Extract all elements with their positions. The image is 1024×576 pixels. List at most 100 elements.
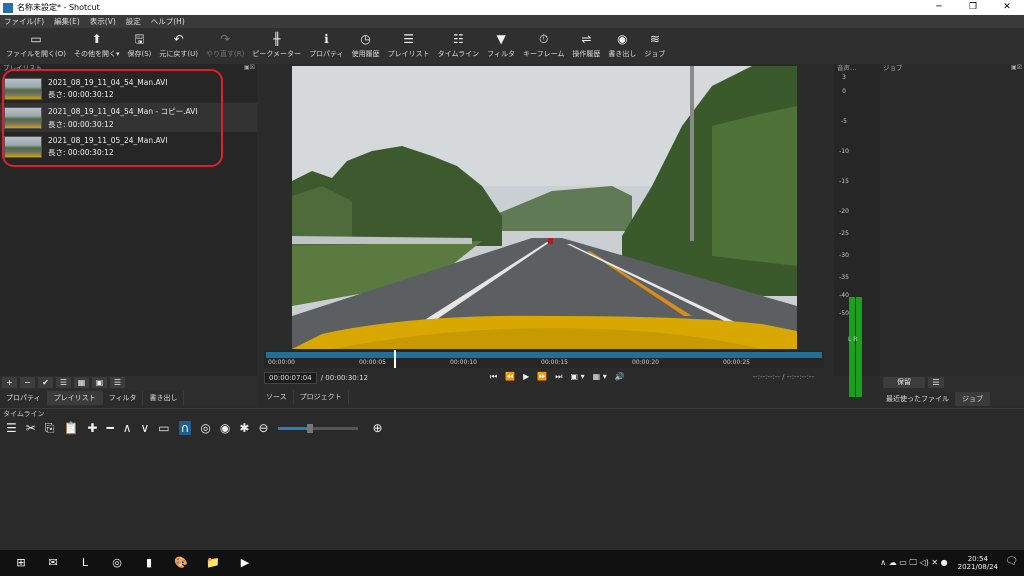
properties-icon: ℹ [324,32,329,46]
viewer-timeline-ruler[interactable]: 00:00:00 00:00:05 00:00:10 00:00:15 00:00:20… [264,350,824,368]
open-other-icon: ⬆ [91,32,102,46]
details-view-icon[interactable]: ☰ [56,377,71,388]
snap-icon[interactable]: ∩ [178,421,192,435]
meter-scale-label: -20 [839,208,849,215]
video-frame[interactable] [292,66,797,349]
zoom-toggle-icon[interactable]: ▣ ▾ [571,372,585,382]
toolbar-button[interactable]: ℹ プロパティ [305,28,348,59]
zoom-slider-knob[interactable] [306,423,313,433]
menu-view[interactable]: 表示(V) [90,16,116,27]
toolbar-button[interactable]: ☷ タイムライン [434,28,484,59]
menu-icon[interactable]: ☰ [6,421,17,435]
tab-source[interactable]: ソース [260,390,294,404]
undo-icon: ↶ [173,32,184,46]
jobs-menu-icon[interactable]: ☰ [928,377,944,388]
zoom-slider[interactable] [277,423,358,433]
skip-next-icon[interactable]: ⏭ [555,372,562,382]
toolbar-button[interactable]: ≋ ジョブ [640,28,669,59]
toolbar-button[interactable]: 🖫 保存(S) [124,28,156,59]
toolbar-label: ファイルを開く(O) [6,50,66,58]
menu-settings[interactable]: 設定 [126,16,141,27]
menu-file[interactable]: ファイル(F) [4,16,44,27]
skip-previous-icon[interactable]: ⏮ [490,372,497,382]
tab-jobs[interactable]: ジョブ [956,392,990,406]
export-icon: ◉ [617,32,628,46]
toolbar: ▭ ファイルを開く(O) ⬆ その他を開く▾ 🖫 保存(S) ↶ 元に戻す(U) ↷ やり直す(R… [0,28,1024,64]
ripple-all-icon[interactable]: ✱ [239,421,249,435]
add-icon[interactable]: + [2,377,17,388]
history-icon: ◷ [360,32,371,46]
tiles-view-icon[interactable]: ▦ [74,377,89,388]
minimize-button[interactable]: ─ [922,0,956,15]
zoom-out-icon[interactable]: ⊖ [258,421,268,435]
overwrite-icon[interactable]: ∨ [140,421,149,435]
remove-icon[interactable]: − [20,377,35,388]
notification-icon[interactable]: 🗨 [1005,556,1018,567]
split-icon[interactable]: ▭ [158,421,169,435]
paint-icon[interactable]: 🎨 [170,554,192,572]
cut-icon[interactable]: ✂ [26,421,36,435]
start-icon[interactable]: ⊞ [10,554,32,572]
toolbar-button[interactable]: ◷ 使用履歴 [348,28,384,59]
remove-icon[interactable]: ━ [106,421,113,435]
explorer-icon[interactable]: 📁 [202,554,224,572]
toolbar-button[interactable]: ↷ やり直す(R) [202,28,248,59]
rewind-icon[interactable]: ⏪ [505,372,515,382]
tab-recent[interactable]: 最近使ったファイル [880,392,956,406]
toolbar-button[interactable]: ⬆ その他を開く▾ [70,28,124,59]
menu-help[interactable]: ヘルプ(H) [151,16,185,27]
icons-view-icon[interactable]: ▣ [92,377,107,388]
toolbar-button[interactable]: ☰ プレイリスト [384,28,434,59]
grid-toggle-icon[interactable]: ▦ ▾ [593,372,607,382]
maximize-button[interactable]: ❐ [956,0,990,15]
menu-edit[interactable]: 編集(E) [54,16,80,27]
undo-history-icon: ⇌ [581,32,592,46]
tray-icons[interactable]: ∧ ☁ ▭ 🖵 ◁) ✕ ● [880,558,947,568]
toolbar-button[interactable]: ◉ 書き出し [604,28,640,59]
toolbar-button[interactable]: ▼ フィルタ [483,28,519,59]
toolbar-label: 元に戻す(U) [159,50,198,58]
toolbar-button[interactable]: ╫ ピークメーター [248,28,305,59]
tab-properties[interactable]: プロパティ [0,391,48,405]
copy-icon[interactable]: ⎘ [45,421,55,436]
lift-icon[interactable]: ∧ [123,421,132,435]
clock[interactable]: 20:54 2021/08/24 [958,555,998,571]
tab-project[interactable]: プロジェクト [293,390,349,404]
media-icon[interactable]: ▶ [234,554,256,572]
zoom-slider-fill [277,426,310,430]
tab-playlist[interactable]: プレイリスト [47,391,103,405]
zoom-in-icon[interactable]: ⊕ [373,421,383,435]
windows-taskbar: ⊞ ✉ L ◎ ▮ 🎨 📁 ▶ ∧ ☁ ▭ 🖵 ◁) ✕ ● 20:54 2021/08/24… [0,550,1024,576]
update-icon[interactable]: ✔ [38,377,53,388]
ruler-progress-bar [266,352,822,358]
timeline-toolbar: ☰ ✂ ⎘ 📋 ✚ ━ ∧ ∨ ▭ ∩ ◎ ◉ ✱ ⊖ ⊕ [0,418,1024,438]
playlist-menu-icon[interactable]: ☰ [110,377,125,388]
pause-jobs-button[interactable]: 保留 [883,377,925,388]
toolbar-button[interactable]: ⏱ キーフレーム [519,28,568,59]
paste-icon[interactable]: 📋 [63,421,78,435]
chrome-icon[interactable]: ◎ [106,554,128,572]
app-l-icon[interactable]: L [74,554,96,572]
volume-icon[interactable]: 🔊 [615,372,625,382]
toolbar-button[interactable]: ▭ ファイルを開く(O) [2,28,70,59]
shotcut-icon[interactable]: ▮ [138,554,160,572]
toolbar-label: その他を開く▾ [73,50,120,58]
toolbar-label: 操作履歴 [572,50,601,58]
playhead[interactable] [393,350,396,368]
fast-forward-icon[interactable]: ⏩ [537,372,547,382]
timecode-field[interactable]: 00:00:07:04 [264,372,317,384]
append-icon[interactable]: ✚ [87,421,97,435]
save-icon: 🖫 [134,32,145,46]
play-icon[interactable]: ▶ [523,372,529,382]
mail-icon[interactable]: ✉ [42,554,64,572]
close-button[interactable]: ✕ [990,0,1024,15]
ruler-tick-label: 00:00:15 [541,359,568,366]
tab-export[interactable]: 書き出し [143,391,185,405]
panel-float-close-icons[interactable]: ▣☒ [244,64,255,72]
tab-filters[interactable]: フィルタ [102,391,144,405]
toolbar-button[interactable]: ⇌ 操作履歴 [568,28,604,59]
ripple-icon[interactable]: ◉ [220,421,230,435]
toolbar-button[interactable]: ↶ 元に戻す(U) [155,28,202,59]
panel-float-close-icons[interactable]: ▣☒ [1011,64,1022,72]
scrub-icon[interactable]: ◎ [200,421,210,435]
